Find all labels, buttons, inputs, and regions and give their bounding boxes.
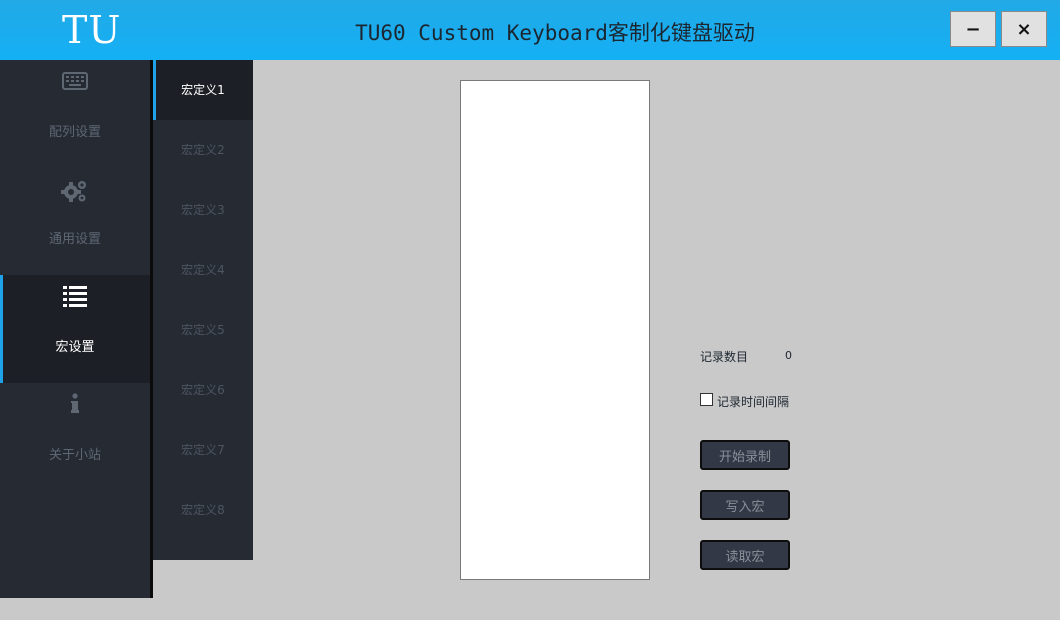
gears-icon: [0, 178, 150, 208]
macro-tab-4[interactable]: 宏定义4: [153, 240, 253, 300]
close-icon: ×: [1016, 18, 1032, 40]
list-icon: [0, 285, 150, 311]
title-bar: TU TU60 Custom Keyboard客制化键盘驱动 − ×: [0, 0, 1060, 60]
close-button[interactable]: ×: [1001, 11, 1047, 47]
read-macro-button[interactable]: 读取宏: [700, 540, 790, 570]
macro-tab-8[interactable]: 宏定义8: [153, 480, 253, 540]
keyboard-icon: [0, 72, 150, 94]
sidebar-item-label: 通用设置: [48, 232, 101, 247]
macro-tab-6[interactable]: 宏定义6: [153, 360, 253, 420]
sidebar-item-about[interactable]: 关于小站: [0, 383, 150, 491]
minimize-button[interactable]: −: [950, 11, 996, 47]
macro-tab-1[interactable]: 宏定义1: [153, 60, 253, 120]
record-interval-checkbox[interactable]: [700, 393, 713, 406]
start-record-button[interactable]: 开始录制: [700, 440, 790, 470]
app-title: TU60 Custom Keyboard客制化键盘驱动: [355, 21, 755, 45]
write-macro-button[interactable]: 写入宏: [700, 490, 790, 520]
sidebar: 配列设置 通用设置 宏设置 关于小站: [0, 60, 150, 598]
macro-tab-2[interactable]: 宏定义2: [153, 120, 253, 180]
sidebar-item-general[interactable]: 通用设置: [0, 168, 150, 276]
record-count-label: 记录数目: [700, 350, 749, 364]
info-icon: [0, 393, 150, 419]
sidebar-item-label: 配列设置: [48, 125, 101, 140]
sidebar-item-layout[interactable]: 配列设置: [0, 60, 150, 168]
macro-tab-7[interactable]: 宏定义7: [153, 420, 253, 480]
macro-tab-5[interactable]: 宏定义5: [153, 300, 253, 360]
record-interval-label[interactable]: 记录时间间隔: [717, 393, 789, 410]
record-count-value: 0: [785, 349, 792, 362]
minimize-icon: −: [965, 18, 981, 40]
macro-subnav: 宏定义1 宏定义2 宏定义3 宏定义4 宏定义5 宏定义6 宏定义7 宏定义8: [153, 60, 253, 560]
macro-record-list[interactable]: [460, 80, 650, 580]
sidebar-item-label: 关于小站: [48, 448, 101, 463]
sidebar-item-macro[interactable]: 宏设置: [0, 275, 150, 383]
sidebar-item-label: 宏设置: [55, 340, 95, 355]
macro-tab-3[interactable]: 宏定义3: [153, 180, 253, 240]
